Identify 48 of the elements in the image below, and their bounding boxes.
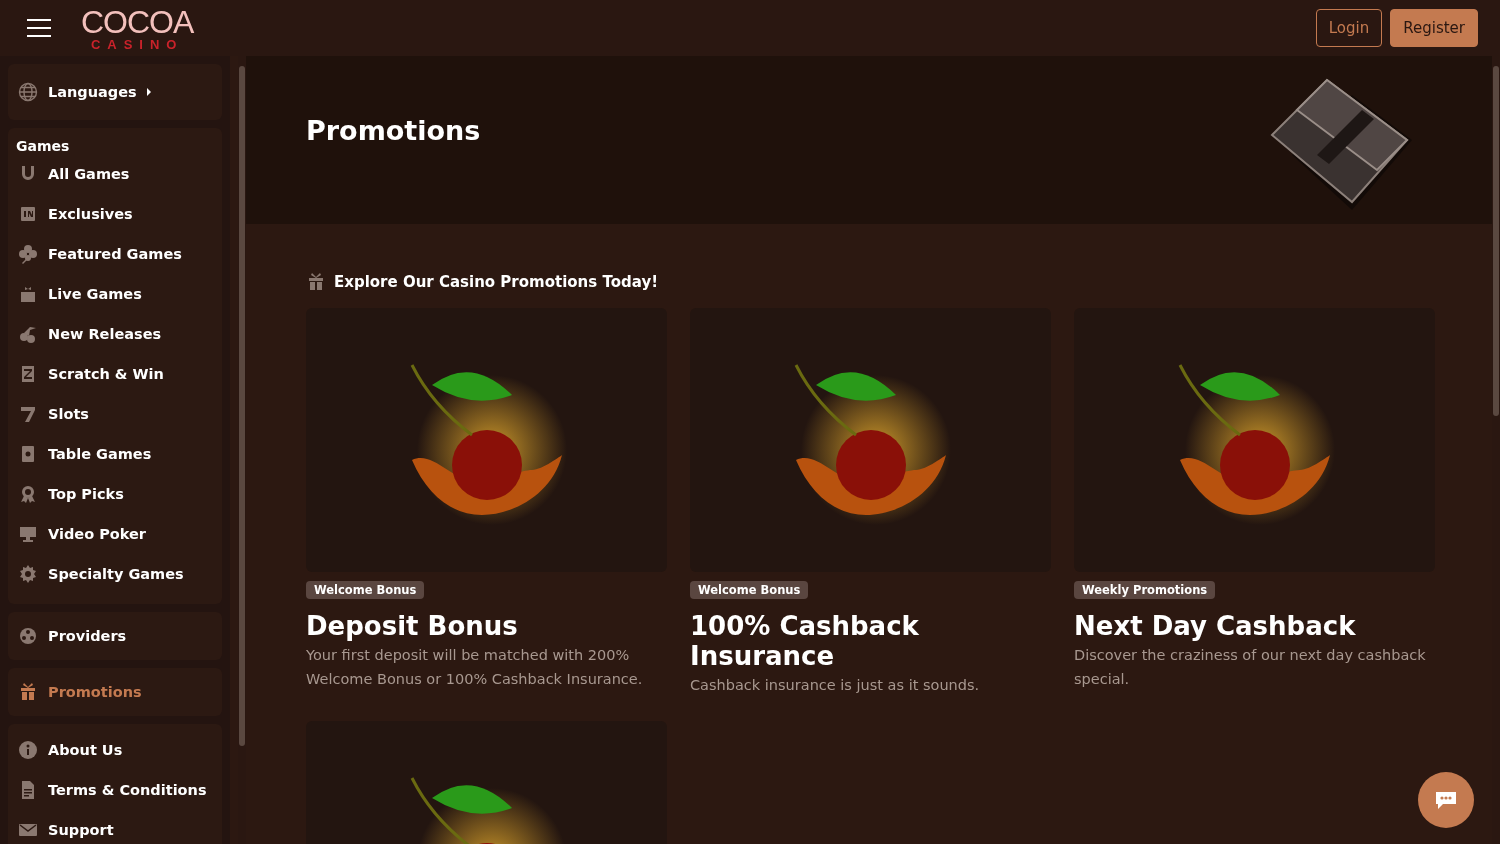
promo-image[interactable] [306, 308, 667, 572]
chat-button[interactable] [1418, 772, 1474, 828]
category-tag: Weekly Promotions [1074, 581, 1216, 599]
section-heading: Explore Our Casino Promotions Today! [334, 273, 658, 291]
caret-icon [146, 88, 151, 96]
logo[interactable]: COCOA CASINO [81, 5, 194, 51]
page-title: Promotions [306, 114, 481, 146]
category-tag: Welcome Bonus [306, 581, 425, 599]
gift-icon [306, 272, 326, 292]
promo-title[interactable]: 100% Cashback Insurance [690, 611, 1051, 671]
nav-item[interactable]: Scratch & Win [8, 354, 222, 394]
menu-icon[interactable] [27, 19, 51, 37]
promo-description: Your first deposit will be matched with 200% Welcome Bonus or 100% Cashback Insurance. [306, 646, 644, 689]
gear-icon [18, 564, 38, 584]
info-icon [18, 740, 38, 760]
nav-item[interactable]: Live Games [8, 274, 222, 314]
chat-icon [1434, 790, 1458, 810]
nav-item[interactable]: Table Games [8, 434, 222, 474]
letter-square-icon [18, 204, 38, 224]
promo-description: Discover the craziness of our next day cashback special. [1074, 646, 1427, 689]
nav-item[interactable]: About Us [8, 730, 222, 770]
login-button[interactable]: Login [1315, 9, 1383, 47]
promo-title[interactable]: Next Day Cashback [1074, 611, 1435, 641]
cherries-icon [18, 324, 38, 344]
globe-icon [18, 82, 38, 102]
nav-item[interactable]: Specialty Games [8, 554, 222, 594]
register-button[interactable]: Register [1390, 9, 1478, 47]
nav-item[interactable]: Top Picks [8, 474, 222, 514]
nav-item[interactable]: Exclusives [8, 194, 222, 234]
reel-icon [18, 626, 38, 646]
promo-image[interactable] [690, 308, 1051, 572]
promo-title[interactable]: Deposit Bonus [306, 611, 667, 641]
nav-item[interactable]: Video Poker [8, 514, 222, 554]
nav-item[interactable]: Featured Games [8, 234, 222, 274]
nav-item[interactable]: All Games [8, 154, 222, 194]
gift-icon [18, 682, 38, 702]
category-tag: Welcome Bonus [690, 581, 809, 599]
monitor-icon [18, 524, 38, 544]
promo-image[interactable] [1074, 308, 1435, 572]
seven-icon [18, 404, 38, 424]
nav-item[interactable]: Slots [8, 394, 222, 434]
section-heading: Games [15, 137, 71, 154]
clover-icon [18, 244, 38, 264]
nav-item[interactable]: Terms & Conditions [8, 770, 222, 810]
nav-item[interactable]: New Releases [8, 314, 222, 354]
nav-item[interactable]: Support [8, 810, 222, 844]
rosette-icon [18, 484, 38, 504]
promo-description: Cashback insurance is just as it sounds. [690, 676, 981, 695]
